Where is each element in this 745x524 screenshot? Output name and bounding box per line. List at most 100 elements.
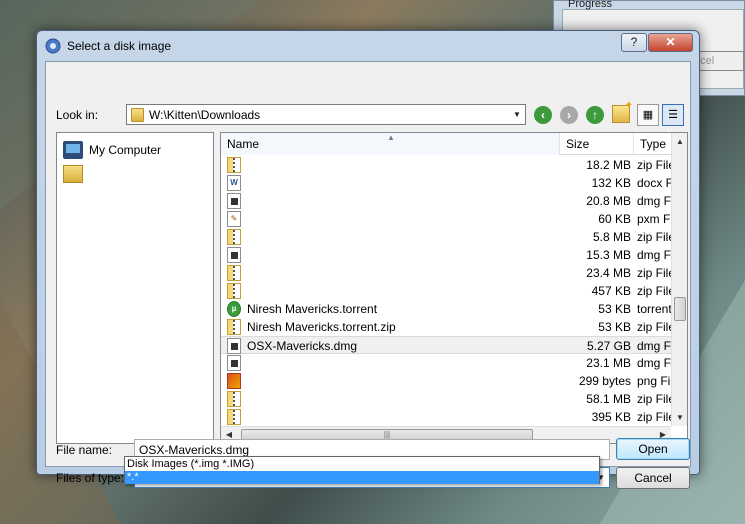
file-type: dmg File [637, 194, 671, 208]
torrent-file-icon: µ [227, 301, 241, 317]
file-type: zip File [637, 320, 671, 334]
file-type: zip File [637, 230, 671, 244]
file-row[interactable]: 5.8 MB zip File [221, 228, 671, 246]
files-of-type-label: Files of type: [56, 471, 125, 485]
look-in-label: Look in: [56, 108, 99, 122]
file-type: zip File [637, 392, 671, 406]
sort-ascending-icon: ▲ [387, 133, 395, 142]
file-row[interactable]: ✎ 60 KB pxm File [221, 210, 671, 228]
file-size: 15.3 MB [586, 248, 631, 262]
file-size: 5.8 MB [592, 230, 631, 244]
file-type: zip File [637, 266, 671, 280]
place-label: My Computer [89, 143, 162, 157]
file-list-header: ▲ Name Size Type [221, 133, 671, 155]
file-type: docx File [637, 176, 671, 190]
file-row[interactable]: OSX-Mavericks.dmg 5.27 GB dmg File [221, 336, 671, 354]
file-size: 132 KB [591, 176, 631, 190]
zip-file-icon [227, 319, 241, 335]
background-window-title: Progress [568, 0, 613, 10]
file-row[interactable]: W 132 KB docx File [221, 174, 671, 192]
file-size: 5.27 GB [586, 339, 631, 353]
scroll-down-icon[interactable]: ▼ [672, 409, 687, 426]
select-disk-image-dialog: Select a disk image ? ✕ Look in: W:\Kitt… [36, 30, 700, 489]
file-size: 23.1 MB [586, 356, 631, 370]
dmg-file-icon [227, 193, 241, 209]
column-header-name[interactable]: ▲ Name [221, 133, 559, 155]
column-header-type[interactable]: Type [633, 133, 673, 155]
file-row[interactable]: 23.4 MB zip File [221, 264, 671, 282]
png-file-icon [227, 373, 241, 389]
file-row[interactable]: 15.3 MB dmg File [221, 246, 671, 264]
dmg-file-icon [227, 355, 241, 371]
dmg-file-icon [227, 338, 241, 354]
zip-file-icon [227, 157, 241, 173]
up-folder-icon[interactable]: ↑ [586, 106, 604, 124]
dialog-body: Look in: W:\Kitten\Downloads ▼ ‹ › ↑ ▦ ☰… [45, 61, 691, 489]
file-type: torrent [637, 302, 671, 316]
places-sidebar: My Computer [56, 132, 214, 444]
dmg-file-icon [227, 247, 241, 263]
file-row[interactable]: 457 KB zip File [221, 282, 671, 300]
zip-file-icon [227, 229, 241, 245]
look-in-value: W:\Kitten\Downloads [149, 108, 261, 122]
open-button[interactable]: Open [616, 438, 690, 460]
file-row[interactable]: 58.1 MB zip File [221, 390, 671, 408]
user-folder-icon [63, 165, 83, 183]
file-type: zip File [637, 284, 671, 298]
type-option-all-files[interactable]: *.* [125, 471, 599, 484]
folder-icon [131, 108, 144, 122]
type-option-disk-images[interactable]: Disk Images (*.img *.IMG) [125, 458, 599, 471]
file-size: 457 KB [591, 284, 631, 298]
file-type: pxm File [637, 212, 671, 226]
file-size: 18.2 MB [586, 158, 631, 172]
back-arrow-icon[interactable]: ‹ [534, 106, 552, 124]
file-row[interactable]: Niresh Mavericks.torrent.zip 53 KB zip Fil… [221, 318, 671, 336]
file-rows: 18.2 MB zip File W 132 KB docx File 20.8 MB dm… [221, 156, 671, 426]
file-size: 299 bytes [578, 374, 631, 388]
scroll-thumb[interactable] [674, 297, 686, 321]
zip-file-icon [227, 391, 241, 407]
vertical-scrollbar[interactable]: ▲ ▼ [671, 133, 687, 426]
app-icon [45, 38, 61, 54]
scroll-up-icon[interactable]: ▲ [672, 133, 687, 150]
new-folder-icon[interactable] [612, 100, 633, 123]
view-menu-icon[interactable]: ▦ [637, 104, 659, 126]
file-row[interactable]: 18.2 MB zip File [221, 156, 671, 174]
close-button[interactable]: ✕ [648, 33, 693, 52]
pxm-file-icon: ✎ [227, 211, 241, 227]
file-name: Niresh Mavericks.torrent.zip [247, 320, 396, 334]
look-in-combo[interactable]: W:\Kitten\Downloads ▼ [126, 104, 526, 125]
file-type: dmg File [637, 248, 671, 262]
file-size: 20.8 MB [586, 194, 631, 208]
docx-file-icon: W [227, 175, 241, 191]
zip-file-icon [227, 265, 241, 281]
zip-file-icon [227, 409, 241, 425]
file-type: dmg File [637, 339, 671, 353]
file-row[interactable]: 299 bytes png File [221, 372, 671, 390]
forward-arrow-icon[interactable]: › [560, 106, 578, 124]
computer-icon [63, 141, 83, 159]
file-type: zip File [637, 410, 671, 424]
file-type: zip File [637, 158, 671, 172]
column-header-name-label: Name [227, 137, 260, 151]
file-type: dmg File [637, 356, 671, 370]
file-name: Niresh Mavericks.torrent [247, 302, 378, 316]
file-type: png File [637, 374, 671, 388]
file-row[interactable]: 395 KB zip File [221, 408, 671, 426]
cancel-button[interactable]: Cancel [616, 467, 690, 489]
file-row[interactable]: 20.8 MB dmg File [221, 192, 671, 210]
file-list: ▲ Name Size Type 18.2 MB zip File W 132 KB d… [220, 132, 688, 444]
file-size: 395 KB [591, 410, 631, 424]
dialog-title: Select a disk image [67, 39, 172, 53]
file-row[interactable]: 23.1 MB dmg File [221, 354, 671, 372]
file-name: OSX-Mavericks.dmg [247, 339, 358, 353]
file-size: 53 KB [598, 302, 631, 316]
help-button[interactable]: ? [621, 33, 647, 52]
file-size: 58.1 MB [586, 392, 631, 406]
chevron-down-icon[interactable]: ▼ [509, 105, 525, 124]
column-header-size[interactable]: Size [559, 133, 633, 155]
file-size: 23.4 MB [586, 266, 631, 280]
detail-view-icon[interactable]: ☰ [662, 104, 684, 126]
file-size: 53 KB [598, 320, 631, 334]
file-row[interactable]: µ Niresh Mavericks.torrent 53 KB torrent [221, 300, 671, 318]
